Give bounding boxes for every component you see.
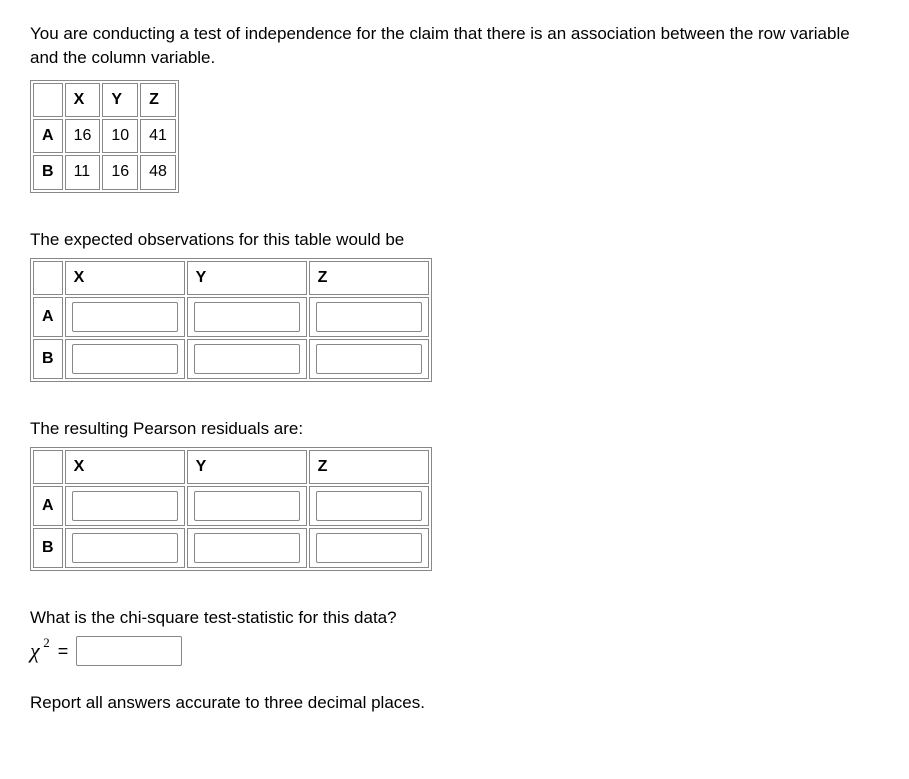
cell-a-z: 41 — [140, 119, 176, 153]
col-header-x: X — [65, 261, 185, 295]
expected-label: The expected observations for this table… — [30, 228, 879, 252]
row-header-a: A — [33, 119, 63, 153]
table-row: B 11 16 48 — [33, 155, 176, 189]
table-row: A 16 10 41 — [33, 119, 176, 153]
chisq-input[interactable] — [76, 636, 182, 666]
residuals-table: X Y Z A B — [30, 447, 432, 571]
col-header-x: X — [65, 450, 185, 484]
expected-a-x-input[interactable] — [72, 302, 178, 332]
residual-b-x-input[interactable] — [72, 533, 178, 563]
col-header-y: Y — [187, 261, 307, 295]
col-header-y: Y — [102, 83, 138, 117]
cell-a-y: 10 — [102, 119, 138, 153]
intro-text: You are conducting a test of independenc… — [30, 22, 879, 70]
footer-note: Report all answers accurate to three dec… — [30, 691, 879, 715]
residual-a-z-input[interactable] — [316, 491, 422, 521]
col-header-x: X — [65, 83, 101, 117]
expected-b-z-input[interactable] — [316, 344, 422, 374]
cell-b-z: 48 — [140, 155, 176, 189]
residual-b-z-input[interactable] — [316, 533, 422, 563]
chi-symbol: χ2 — [30, 636, 50, 667]
corner-cell — [33, 261, 63, 295]
cell-b-x: 11 — [65, 155, 101, 189]
chisq-row: χ2 = — [30, 636, 879, 667]
col-header-y: Y — [187, 450, 307, 484]
row-header-a: A — [33, 486, 63, 526]
row-header-b: B — [33, 155, 63, 189]
expected-b-x-input[interactable] — [72, 344, 178, 374]
col-header-z: Z — [309, 450, 429, 484]
row-header-a: A — [33, 297, 63, 337]
col-header-z: Z — [309, 261, 429, 295]
residual-b-y-input[interactable] — [194, 533, 300, 563]
table-row: B — [33, 339, 429, 379]
expected-table: X Y Z A B — [30, 258, 432, 382]
residuals-label: The resulting Pearson residuals are: — [30, 417, 879, 441]
table-row: A — [33, 297, 429, 337]
cell-b-y: 16 — [102, 155, 138, 189]
row-header-b: B — [33, 528, 63, 568]
col-header-z: Z — [140, 83, 176, 117]
chi-superscript: 2 — [43, 634, 50, 652]
table-row: B — [33, 528, 429, 568]
chi-letter: χ — [30, 638, 40, 663]
expected-b-y-input[interactable] — [194, 344, 300, 374]
chisq-question: What is the chi-square test-statistic fo… — [30, 606, 879, 630]
row-header-b: B — [33, 339, 63, 379]
corner-cell — [33, 450, 63, 484]
observed-table: X Y Z A 16 10 41 B 11 16 48 — [30, 80, 179, 193]
residual-a-x-input[interactable] — [72, 491, 178, 521]
expected-a-z-input[interactable] — [316, 302, 422, 332]
cell-a-x: 16 — [65, 119, 101, 153]
equals-sign: = — [58, 639, 69, 664]
table-row: A — [33, 486, 429, 526]
corner-cell — [33, 83, 63, 117]
expected-a-y-input[interactable] — [194, 302, 300, 332]
residual-a-y-input[interactable] — [194, 491, 300, 521]
